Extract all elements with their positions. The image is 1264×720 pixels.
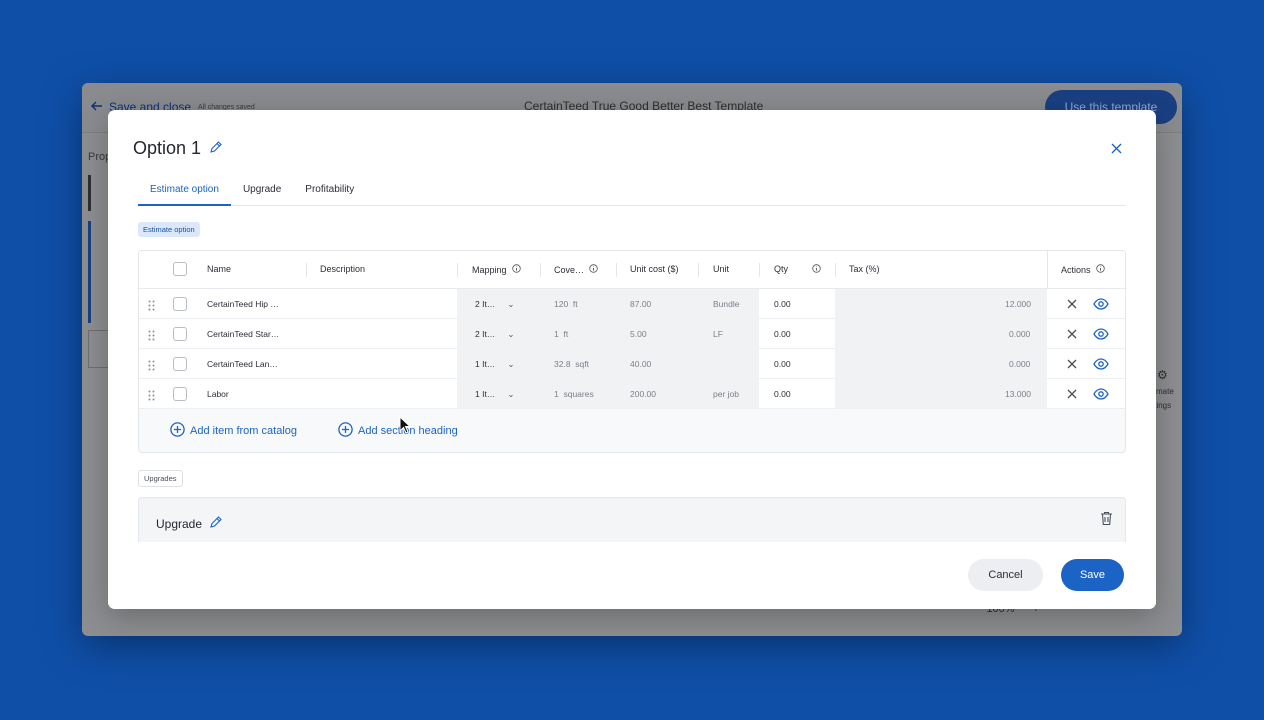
item-name[interactable]: CertainTeed Star… <box>207 329 279 339</box>
mapping-select[interactable]: 1 It… ⌄ <box>475 359 514 370</box>
select-all-checkbox[interactable] <box>173 262 187 276</box>
qty-input[interactable]: 0.00 <box>774 359 791 369</box>
tab-estimate-option[interactable]: Estimate option <box>138 178 231 206</box>
unit-cost: 87.00 <box>630 299 652 309</box>
chevron-down-icon: ⌄ <box>507 329 515 339</box>
unit: per job <box>713 389 739 399</box>
cancel-button[interactable]: Cancel <box>968 559 1043 591</box>
table-row: Labor 1 It… ⌄ 1 squares 200.00 per job 0.… <box>139 379 1125 409</box>
modal-title: Option 1 <box>133 138 222 159</box>
qty-input[interactable]: 0.00 <box>774 329 791 339</box>
tax-value[interactable]: 0.000 <box>1009 329 1030 339</box>
item-name[interactable]: CertainTeed Lan… <box>207 359 278 369</box>
eye-icon[interactable] <box>1093 356 1109 372</box>
coverage-value: 32.8 sqft <box>554 359 589 369</box>
unit-cost: 200.00 <box>630 389 656 399</box>
edit-pencil-icon[interactable] <box>209 516 222 532</box>
left-panel-item-selected[interactable] <box>88 221 91 323</box>
coverage-value: 1 ft <box>554 329 569 339</box>
table-row: CertainTeed Lan… 1 It… ⌄ 32.8 sqft 40.00 … <box>139 349 1125 379</box>
tax-value[interactable]: 12.000 <box>1005 299 1031 309</box>
info-icon[interactable] <box>1095 264 1105 275</box>
remove-row-icon[interactable] <box>1066 297 1078 309</box>
drag-handle-icon[interactable] <box>148 328 155 346</box>
chevron-down-icon: ⌄ <box>507 299 515 309</box>
tab-profitability[interactable]: Profitability <box>293 178 366 206</box>
mapping-select[interactable]: 2 It… ⌄ <box>475 329 514 340</box>
drag-handle-icon[interactable] <box>148 298 155 316</box>
table-row: CertainTeed Hip … 2 It… ⌄ 120 ft 87.00 Bu… <box>139 289 1125 319</box>
left-panel-item[interactable] <box>88 175 91 211</box>
modal-title-text: Option 1 <box>133 138 202 158</box>
remove-row-icon[interactable] <box>1066 387 1078 399</box>
row-checkbox[interactable] <box>173 297 187 311</box>
unit-cost: 40.00 <box>630 359 652 369</box>
mapping-select[interactable]: 1 It… ⌄ <box>475 389 514 400</box>
row-checkbox[interactable] <box>173 387 187 401</box>
qty-input[interactable]: 0.00 <box>774 299 791 309</box>
header-tax[interactable]: Tax (%) <box>849 264 880 274</box>
coverage-value: 120 ft <box>554 299 578 309</box>
eye-icon[interactable] <box>1093 386 1109 402</box>
coverage-value: 1 squares <box>554 389 594 399</box>
item-name[interactable]: CertainTeed Hip … <box>207 299 279 309</box>
table-row: CertainTeed Star… 2 It… ⌄ 1 ft 5.00 LF 0.… <box>139 319 1125 349</box>
remove-row-icon[interactable] <box>1066 357 1078 369</box>
table-header: Name Description Mapping Cove… Unit cost… <box>139 251 1125 289</box>
drag-handle-icon[interactable] <box>148 358 155 376</box>
mapping-select[interactable]: 2 It… ⌄ <box>475 299 514 310</box>
option-modal: Option 1 Estimate option Upgrade Profita… <box>108 110 1156 609</box>
header-description[interactable]: Description <box>320 264 365 274</box>
items-table: Name Description Mapping Cove… Unit cost… <box>138 250 1126 453</box>
tax-value[interactable]: 0.000 <box>1009 359 1030 369</box>
chevron-down-icon: ⌄ <box>507 359 515 369</box>
plus-circle-icon <box>338 422 353 440</box>
header-unit-cost[interactable]: Unit cost ($) <box>630 264 679 274</box>
mouse-cursor-icon <box>399 415 412 439</box>
drag-handle-icon[interactable] <box>148 388 155 406</box>
unit: Bundle <box>713 299 740 309</box>
modal-tabs: Estimate option Upgrade Profitability <box>138 178 1126 206</box>
header-qty[interactable]: Qty <box>774 264 788 274</box>
plus-circle-icon <box>170 422 185 440</box>
header-unit[interactable]: Unit <box>713 264 729 274</box>
header-actions: Actions <box>1061 264 1105 275</box>
header-name[interactable]: Name <box>207 264 231 274</box>
tab-upgrade[interactable]: Upgrade <box>231 178 293 206</box>
row-checkbox[interactable] <box>173 357 187 371</box>
estimate-option-chip: Estimate option <box>138 222 200 237</box>
qty-input[interactable]: 0.00 <box>774 389 791 399</box>
item-name[interactable]: Labor <box>207 389 229 399</box>
unit: LF <box>713 329 723 339</box>
unit-cost: 5.00 <box>630 329 647 339</box>
qty-info-icon[interactable] <box>812 264 821 273</box>
settings-gear-icon[interactable]: ⚙ <box>1157 368 1168 382</box>
remove-row-icon[interactable] <box>1066 327 1078 339</box>
edit-pencil-icon[interactable] <box>209 138 222 159</box>
eye-icon[interactable] <box>1093 296 1109 312</box>
info-icon[interactable] <box>511 264 521 275</box>
trash-icon[interactable] <box>1100 511 1113 531</box>
header-coverage[interactable]: Cove… <box>554 264 598 275</box>
add-item-from-catalog-button[interactable]: Add item from catalog <box>170 422 297 440</box>
eye-icon[interactable] <box>1093 326 1109 342</box>
arrow-left-icon <box>91 100 103 114</box>
upgrades-chip: Upgrades <box>138 470 183 487</box>
chevron-down-icon: ⌄ <box>507 389 515 399</box>
tax-value[interactable]: 13.000 <box>1005 389 1031 399</box>
left-panel-add-box[interactable] <box>88 330 110 368</box>
upgrade-title: Upgrade <box>156 516 222 532</box>
header-mapping[interactable]: Mapping <box>472 264 521 275</box>
close-icon[interactable] <box>1108 140 1124 156</box>
row-checkbox[interactable] <box>173 327 187 341</box>
add-section-heading-button[interactable]: Add section heading <box>338 422 458 440</box>
save-button[interactable]: Save <box>1061 559 1124 591</box>
info-icon[interactable] <box>589 264 598 275</box>
